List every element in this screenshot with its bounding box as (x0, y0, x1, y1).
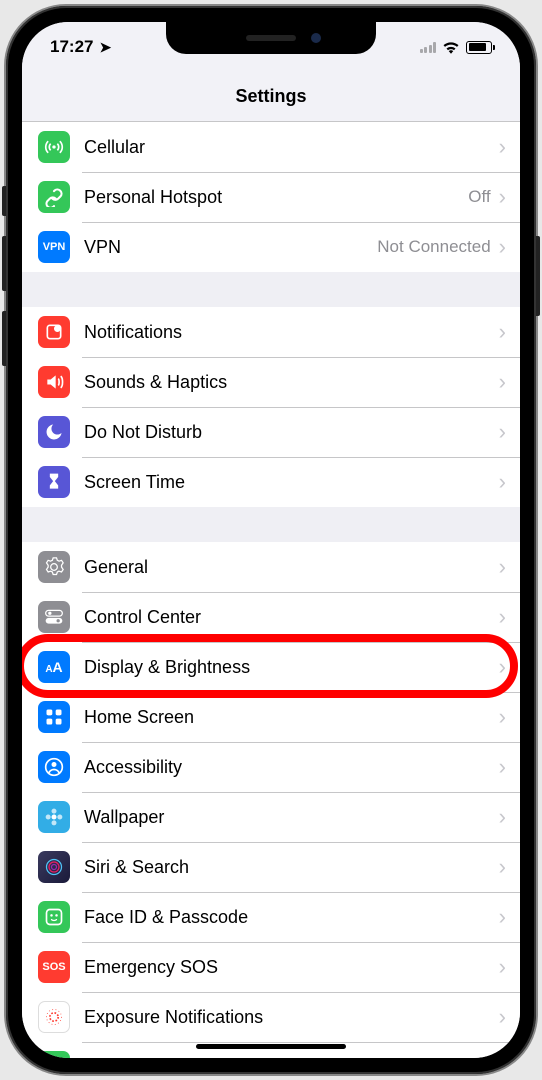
row-label: Exposure Notifications (84, 1007, 499, 1028)
row-siri[interactable]: Siri & Search› (22, 842, 520, 892)
chevron-right-icon: › (499, 1004, 506, 1030)
chevron-right-icon: › (499, 654, 506, 680)
chevron-right-icon: › (499, 369, 506, 395)
sos-icon: SOS (38, 951, 70, 983)
chevron-right-icon: › (499, 954, 506, 980)
row-label: Control Center (84, 607, 499, 628)
signal-icon (420, 41, 437, 53)
virus-icon (38, 1001, 70, 1033)
row-faceid[interactable]: Face ID & Passcode› (22, 892, 520, 942)
toggle-icon (38, 601, 70, 633)
settings-section: Notifications›Sounds & Haptics›Do Not Di… (22, 307, 520, 507)
row-controlcenter[interactable]: Control Center› (22, 592, 520, 642)
row-wallpaper[interactable]: Wallpaper› (22, 792, 520, 842)
row-label: Do Not Disturb (84, 422, 499, 443)
settings-section: General›Control Center›AADisplay & Brigh… (22, 542, 520, 1058)
status-time: 17:27 (50, 37, 93, 57)
moon-icon (38, 416, 70, 448)
row-hotspot[interactable]: Personal HotspotOff › (22, 172, 520, 222)
chevron-right-icon: › (499, 1054, 506, 1058)
row-dnd[interactable]: Do Not Disturb› (22, 407, 520, 457)
chevron-right-icon: › (499, 419, 506, 445)
grid-icon (38, 701, 70, 733)
row-sos[interactable]: SOS Emergency SOS› (22, 942, 520, 992)
row-general[interactable]: General› (22, 542, 520, 592)
row-value: Off (468, 187, 490, 207)
chevron-right-icon: › (499, 854, 506, 880)
chevron-right-icon: › (499, 134, 506, 160)
row-label: General (84, 557, 499, 578)
gear-icon (38, 551, 70, 583)
row-notifications[interactable]: Notifications› (22, 307, 520, 357)
row-label: VPN (84, 237, 377, 258)
phone-frame: 17:27 ➤ Settings Cellular›Personal Hotsp… (6, 6, 536, 1074)
chevron-right-icon: › (499, 469, 506, 495)
screen: 17:27 ➤ Settings Cellular›Personal Hotsp… (22, 22, 520, 1058)
row-label: Emergency SOS (84, 957, 499, 978)
person-icon (38, 751, 70, 783)
row-label: Home Screen (84, 707, 499, 728)
location-icon: ➤ (99, 39, 111, 56)
settings-list[interactable]: Cellular›Personal HotspotOff›VPNVPNNot C… (22, 122, 520, 1058)
aa-icon: AA (38, 651, 70, 683)
row-label: Siri & Search (84, 857, 499, 878)
face-icon (38, 901, 70, 933)
flower-icon (38, 801, 70, 833)
chevron-right-icon: › (499, 804, 506, 830)
row-label: Face ID & Passcode (84, 907, 499, 928)
hourglass-icon (38, 466, 70, 498)
chevron-right-icon: › (499, 604, 506, 630)
row-vpn[interactable]: VPNVPNNot Connected› (22, 222, 520, 272)
chevron-right-icon: › (499, 904, 506, 930)
battery-icon (466, 41, 492, 54)
cellular-icon (38, 131, 70, 163)
row-label: Personal Hotspot (84, 187, 468, 208)
row-cellular[interactable]: Cellular› (22, 122, 520, 172)
row-exposure[interactable]: Exposure Notifications› (22, 992, 520, 1042)
chevron-right-icon: › (499, 319, 506, 345)
row-label: Battery (84, 1057, 499, 1059)
wifi-icon (442, 40, 460, 54)
nav-header: Settings (22, 72, 520, 122)
chevron-right-icon: › (499, 554, 506, 580)
chevron-right-icon: › (499, 234, 506, 260)
row-label: Screen Time (84, 472, 499, 493)
row-accessibility[interactable]: Accessibility› (22, 742, 520, 792)
battery-icon (38, 1051, 70, 1058)
row-label: Notifications (84, 322, 499, 343)
row-homescreen[interactable]: Home Screen› (22, 692, 520, 742)
chevron-right-icon: › (499, 704, 506, 730)
bell-icon (38, 316, 70, 348)
row-label: Wallpaper (84, 807, 499, 828)
row-label: Accessibility (84, 757, 499, 778)
row-value: Not Connected (377, 237, 490, 257)
row-display[interactable]: AA Display & Brightness› (22, 642, 520, 692)
settings-section: Cellular›Personal HotspotOff›VPNVPNNot C… (22, 122, 520, 272)
link-icon (38, 181, 70, 213)
siri-icon (38, 851, 70, 883)
row-label: Cellular (84, 137, 499, 158)
chevron-right-icon: › (499, 184, 506, 210)
row-sounds[interactable]: Sounds & Haptics› (22, 357, 520, 407)
page-title: Settings (235, 86, 306, 107)
row-screentime[interactable]: Screen Time› (22, 457, 520, 507)
row-label: Display & Brightness (84, 657, 499, 678)
notch (166, 22, 376, 54)
home-indicator[interactable] (196, 1044, 346, 1049)
vpn-icon: VPN (38, 231, 70, 263)
speaker-icon (38, 366, 70, 398)
chevron-right-icon: › (499, 754, 506, 780)
row-label: Sounds & Haptics (84, 372, 499, 393)
